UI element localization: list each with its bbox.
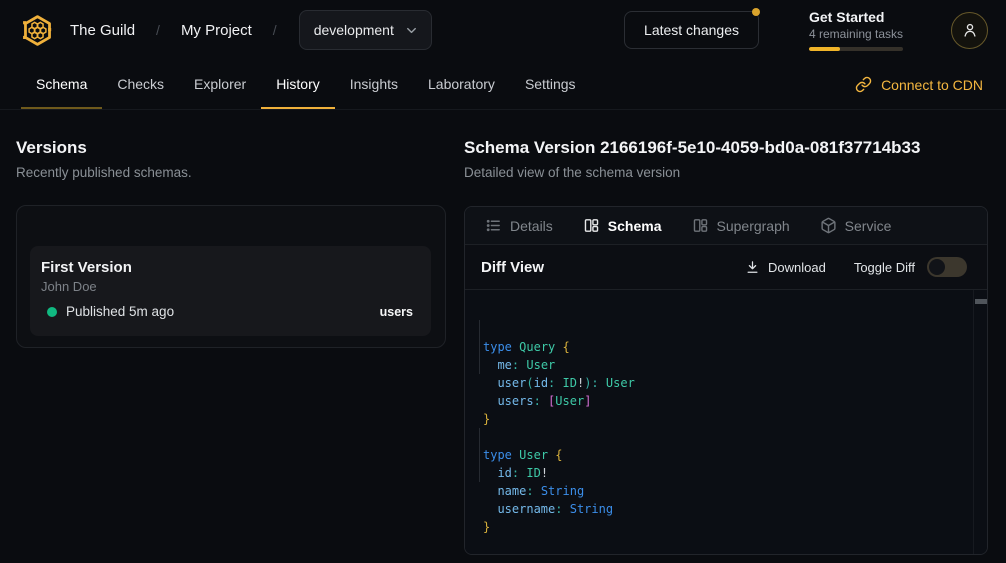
editor-scrollbar[interactable] [973, 290, 987, 554]
nav-tab-laboratory[interactable]: Laboratory [413, 60, 510, 109]
version-status-text: Published 5m ago [66, 304, 174, 319]
breadcrumb-org[interactable]: The Guild [70, 22, 135, 39]
version-name: First Version [41, 259, 417, 276]
nav-spacer [591, 60, 854, 109]
diff-view-header: Diff View Download Toggle Diff [465, 245, 987, 289]
versions-column: Versions Recently published schemas. Fir… [16, 137, 446, 555]
hive-logo-icon[interactable] [18, 11, 56, 49]
versions-title: Versions [16, 137, 446, 158]
connect-to-cdn-link[interactable]: Connect to CDN [853, 60, 985, 109]
toggle-diff-label: Toggle Diff [854, 260, 915, 275]
tab-details[interactable]: Details [485, 217, 553, 234]
target-select[interactable]: development [299, 10, 432, 50]
indent-guide [479, 428, 480, 482]
tab-service-label: Service [845, 218, 892, 234]
version-detail-column: Schema Version 2166196f-5e10-4059-bd0a-0… [464, 137, 988, 555]
diff-view-title: Diff View [481, 259, 544, 276]
nav-tab-history[interactable]: History [261, 60, 335, 109]
target-select-value: development [314, 22, 394, 38]
service-name-badge: users [380, 305, 417, 319]
nav-tab-settings[interactable]: Settings [510, 60, 591, 109]
indent-guide [479, 320, 480, 374]
tab-supergraph[interactable]: Supergraph [692, 217, 790, 234]
toggle-diff-group: Toggle Diff [854, 257, 967, 277]
download-button[interactable]: Download [745, 260, 826, 275]
detail-tabbar: Details Schema Sup [465, 207, 987, 245]
version-detail-subtitle: Detailed view of the schema version [464, 165, 988, 180]
version-status-row: Published 5m ago users [41, 304, 417, 319]
breadcrumb-project[interactable]: My Project [181, 22, 252, 39]
version-detail-panel: Details Schema Sup [464, 206, 988, 555]
version-list-item[interactable]: First Version John Doe Published 5m ago … [30, 246, 431, 336]
list-icon [485, 217, 502, 234]
tab-supergraph-label: Supergraph [717, 218, 790, 234]
nav-tab-checks[interactable]: Checks [102, 60, 179, 109]
main-content: Versions Recently published schemas. Fir… [0, 110, 1006, 555]
tab-schema[interactable]: Schema [583, 217, 662, 234]
schema-code-editor[interactable]: type Query { me: User user(id: ID!): Use… [465, 289, 987, 554]
breadcrumb-separator: / [156, 22, 160, 38]
top-header: The Guild / My Project / development Lat… [0, 0, 1006, 60]
version-detail-title: Schema Version 2166196f-5e10-4059-bd0a-0… [464, 137, 988, 158]
chevron-down-icon [404, 23, 419, 38]
versions-subtitle: Recently published schemas. [16, 165, 446, 180]
connect-to-cdn-label: Connect to CDN [881, 77, 983, 93]
tab-details-label: Details [510, 218, 553, 234]
get-started-progress-fill [809, 47, 840, 51]
published-status-dot [47, 307, 57, 317]
tab-schema-label: Schema [608, 218, 662, 234]
user-menu-button[interactable] [951, 12, 988, 49]
nav-tab-schema[interactable]: Schema [21, 60, 102, 109]
project-nav: Schema Checks Explorer History Insights … [0, 60, 1006, 110]
toggle-knob [929, 259, 945, 275]
tab-service[interactable]: Service [820, 217, 892, 234]
get-started-widget[interactable]: Get Started 4 remaining tasks [809, 9, 903, 51]
cube-icon [820, 217, 837, 234]
download-icon [745, 260, 760, 275]
latest-changes-label: Latest changes [644, 22, 739, 38]
nav-tab-insights[interactable]: Insights [335, 60, 413, 109]
get-started-subtitle: 4 remaining tasks [809, 27, 903, 41]
nav-tab-explorer[interactable]: Explorer [179, 60, 261, 109]
code-editor-content: type Query { me: User user(id: ID!): Use… [483, 338, 967, 536]
get-started-progress-bar [809, 47, 903, 51]
breadcrumb-separator: / [273, 22, 277, 38]
link-icon [855, 76, 872, 93]
editor-scrollbar-thumb[interactable] [975, 299, 987, 304]
diff-actions: Download Toggle Diff [745, 257, 967, 277]
latest-changes-button[interactable]: Latest changes [624, 11, 759, 49]
columns-icon [583, 217, 600, 234]
versions-list: First Version John Doe Published 5m ago … [16, 205, 446, 348]
toggle-diff-switch[interactable] [927, 257, 967, 277]
notification-dot [752, 8, 760, 16]
download-label: Download [768, 260, 826, 275]
person-icon [961, 21, 979, 39]
columns-icon [692, 217, 709, 234]
get-started-title: Get Started [809, 9, 903, 25]
version-author: John Doe [41, 279, 417, 294]
